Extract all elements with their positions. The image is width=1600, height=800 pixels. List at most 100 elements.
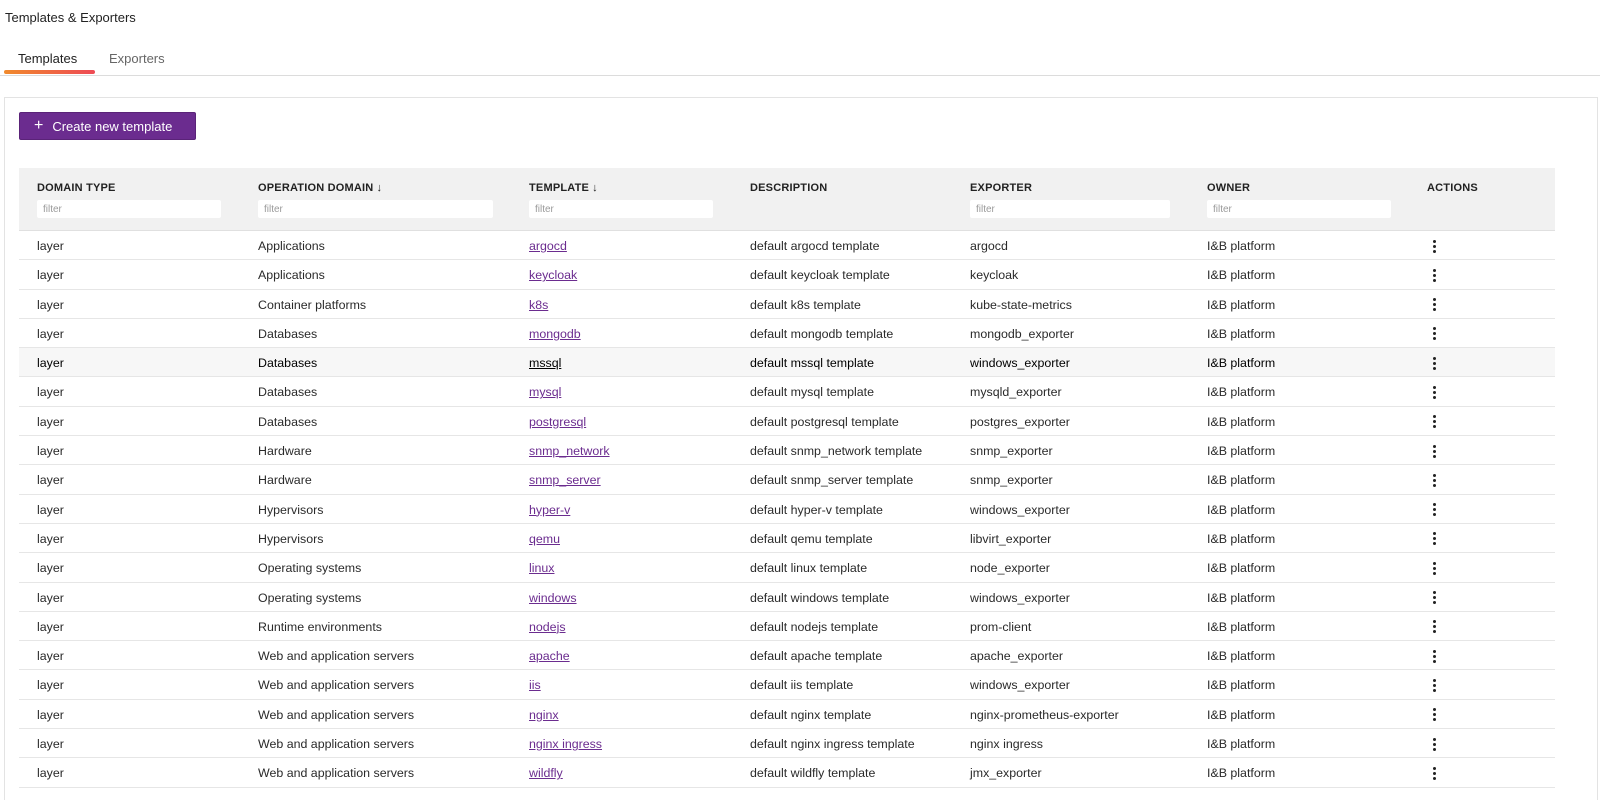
filter-template[interactable] (529, 200, 713, 218)
template-link[interactable]: mongodb (529, 327, 581, 341)
cell-domain-type: layer (37, 561, 64, 576)
kebab-menu-icon[interactable] (1427, 647, 1441, 665)
kebab-menu-icon[interactable] (1427, 383, 1441, 401)
filter-domain-type[interactable] (37, 200, 221, 218)
kebab-menu-icon[interactable] (1427, 559, 1441, 577)
kebab-menu-icon[interactable] (1427, 266, 1441, 284)
kebab-menu-icon[interactable] (1427, 501, 1441, 519)
table-row[interactable]: layer Hypervisors qemu default qemu templat… (19, 524, 1555, 554)
table-row[interactable]: layer Hardware snmp_server default snmp_ser… (19, 465, 1555, 495)
table-row[interactable]: layer Web and application servers nginx in… (19, 729, 1555, 759)
table-row[interactable]: layer Databases mongodb default mongodb tem… (19, 319, 1555, 349)
template-link[interactable]: mssql (529, 356, 561, 370)
cell-operation-domain: Applications (258, 268, 325, 283)
tab-templates[interactable]: Templates (18, 51, 77, 66)
filter-exporter[interactable] (970, 200, 1170, 218)
kebab-menu-icon[interactable] (1427, 413, 1441, 431)
cell-owner: I&B platform (1207, 444, 1276, 459)
column-header-domain-type[interactable]: DOMAIN TYPE (37, 182, 116, 194)
template-link[interactable]: nginx (529, 708, 559, 722)
column-header-owner[interactable]: OWNER (1207, 182, 1250, 194)
cell-operation-domain: Operating systems (258, 590, 362, 605)
table-row[interactable]: layer Web and application servers iis defau… (19, 670, 1555, 700)
cell-exporter: windows_exporter (970, 678, 1070, 693)
template-link[interactable]: nginx ingress (529, 737, 602, 751)
kebab-menu-icon[interactable] (1427, 354, 1441, 372)
cell-exporter: jmx_exporter (970, 766, 1042, 781)
table-row[interactable]: layer Databases mysql default mysql templat… (19, 377, 1555, 407)
table-row[interactable]: layer Hardware snmp_network default snmp_ne… (19, 436, 1555, 466)
template-link[interactable]: mysql (529, 385, 561, 399)
table-row[interactable]: layer Runtime environments nodejs default n… (19, 612, 1555, 642)
cell-description: default iis template (750, 678, 854, 693)
template-link[interactable]: hyper-v (529, 503, 570, 517)
template-link[interactable]: linux (529, 561, 554, 575)
kebab-menu-icon[interactable] (1427, 676, 1441, 694)
cell-operation-domain: Web and application servers (258, 737, 415, 752)
cell-domain-type: layer (37, 590, 64, 605)
template-link[interactable]: iis (529, 678, 541, 692)
template-link[interactable]: postgresql (529, 415, 586, 429)
kebab-menu-icon[interactable] (1427, 237, 1441, 255)
cell-exporter: libvirt_exporter (970, 531, 1052, 546)
template-link[interactable]: qemu (529, 532, 560, 546)
column-header-description[interactable]: DESCRIPTION (750, 182, 827, 194)
table-row[interactable]: layer Operating systems linux default linux… (19, 553, 1555, 583)
cell-exporter: kube-state-metrics (970, 297, 1072, 312)
cell-description: default keycloak template (750, 268, 890, 283)
template-link[interactable]: snmp_server (529, 473, 601, 487)
cell-owner: I&B platform (1207, 385, 1276, 400)
table-row[interactable]: layer Applications argocd default argocd te… (19, 231, 1555, 261)
kebab-menu-icon[interactable] (1427, 764, 1441, 782)
template-link[interactable]: k8s (529, 298, 548, 312)
table-row[interactable]: layer Web and application servers apache de… (19, 641, 1555, 671)
kebab-menu-icon[interactable] (1427, 618, 1441, 636)
template-link[interactable]: snmp_network (529, 444, 610, 458)
cell-owner: I&B platform (1207, 297, 1276, 312)
filter-owner[interactable] (1207, 200, 1391, 218)
filter-operation-domain[interactable] (258, 200, 493, 218)
cell-domain-type: layer (37, 444, 64, 459)
tab-exporters[interactable]: Exporters (109, 51, 165, 66)
table-row[interactable]: layer Web and application servers wildfly d… (19, 758, 1555, 788)
cell-domain-type: layer (37, 297, 64, 312)
kebab-menu-icon[interactable] (1427, 589, 1441, 607)
table-row[interactable]: layer Databases postgresql default postgres… (19, 407, 1555, 437)
table-row[interactable]: layer Databases mssql default mssql templat… (19, 348, 1555, 378)
cell-operation-domain: Applications (258, 239, 325, 253)
kebab-menu-icon[interactable] (1427, 471, 1441, 489)
cell-operation-domain: Web and application servers (258, 707, 415, 722)
column-header-template[interactable]: TEMPLATE ↓ (529, 182, 598, 194)
kebab-menu-icon[interactable] (1427, 706, 1441, 724)
template-link[interactable]: keycloak (529, 268, 577, 282)
cell-exporter: windows_exporter (970, 356, 1070, 371)
cell-description: default mssql template (750, 356, 874, 371)
cell-operation-domain: Web and application servers (258, 766, 415, 781)
template-link[interactable]: nodejs (529, 620, 566, 634)
cell-owner: I&B platform (1207, 619, 1276, 634)
table-row[interactable]: layer Web and application servers nginx def… (19, 700, 1555, 730)
template-link[interactable]: windows (529, 591, 577, 605)
table-row[interactable]: layer Container platforms k8s default k8s t… (19, 290, 1555, 319)
table-row[interactable]: layer Applications keycloak default keycloa… (19, 260, 1555, 290)
kebab-menu-icon[interactable] (1427, 442, 1441, 460)
template-link[interactable]: argocd (529, 239, 567, 253)
cell-description: default postgresql template (750, 414, 899, 429)
cell-operation-domain: Runtime environments (258, 619, 382, 634)
kebab-menu-icon[interactable] (1427, 296, 1441, 314)
column-header-operation-domain[interactable]: OPERATION DOMAIN ↓ (258, 182, 382, 194)
create-template-button[interactable]: + Create new template (19, 112, 196, 140)
cell-exporter: windows_exporter (970, 590, 1070, 605)
kebab-menu-icon[interactable] (1427, 735, 1441, 753)
table-row[interactable]: layer Operating systems windows default win… (19, 583, 1555, 612)
cell-operation-domain: Operating systems (258, 561, 362, 576)
kebab-menu-icon[interactable] (1427, 530, 1441, 548)
cell-owner: I&B platform (1207, 239, 1276, 253)
template-link[interactable]: apache (529, 649, 570, 663)
kebab-menu-icon[interactable] (1427, 325, 1441, 343)
template-link[interactable]: wildfly (529, 766, 563, 780)
cell-description: default mysql template (750, 385, 874, 400)
column-header-exporter[interactable]: EXPORTER (970, 182, 1032, 194)
cell-domain-type: layer (37, 239, 64, 253)
table-row[interactable]: layer Hypervisors hyper-v default hyper-v t… (19, 495, 1555, 524)
